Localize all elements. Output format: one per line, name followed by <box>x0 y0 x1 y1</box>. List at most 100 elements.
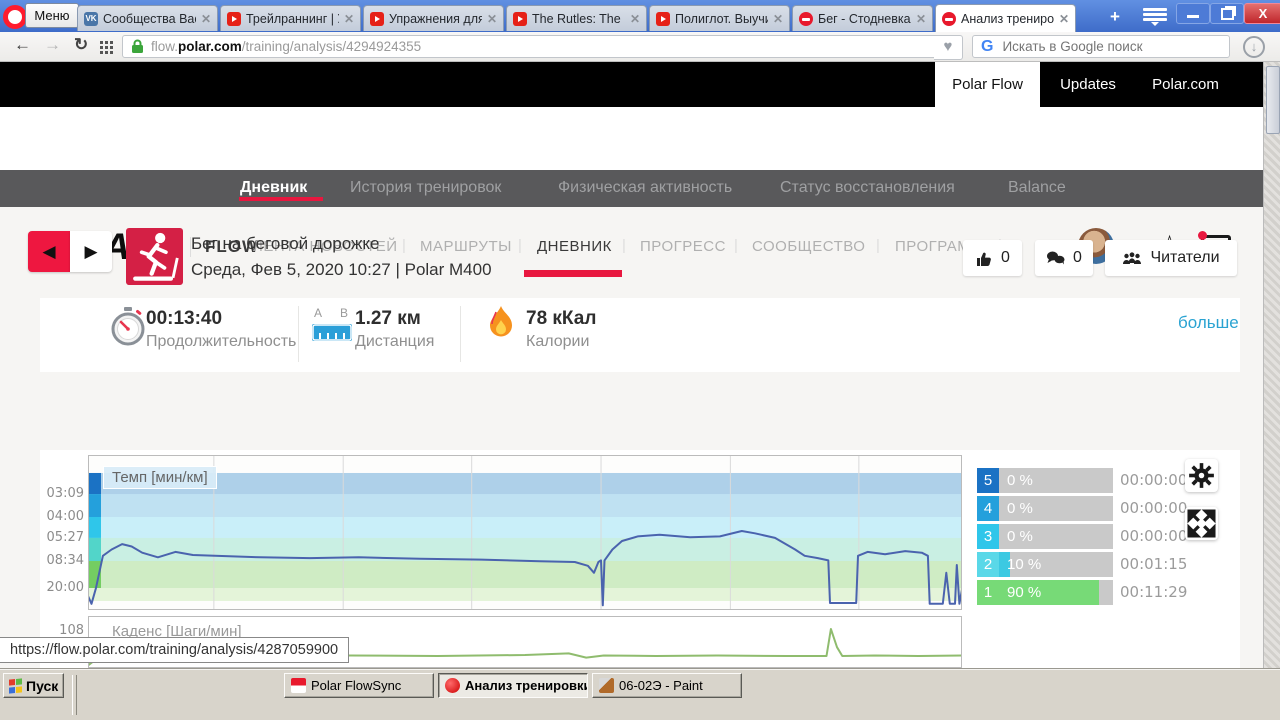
browser-tab-6[interactable]: Бег - Стодневка п ✕ <box>792 5 933 31</box>
bookmark-heart-icon[interactable]: ♥ <box>934 35 963 60</box>
tab-label: Бег - Стодневка п <box>818 11 911 26</box>
subnav-training-history[interactable]: История тренировок <box>350 179 501 197</box>
speed-dial-icon[interactable] <box>100 41 113 54</box>
comment-count: 0 <box>1073 249 1082 266</box>
youtube-favicon-icon <box>370 11 384 26</box>
pace-ytick: 03:09 <box>46 486 84 501</box>
calories-label: Калории <box>526 333 590 350</box>
ruler-b-label: B <box>340 306 349 320</box>
zone-4-time: 00:00:00 <box>1120 499 1188 517</box>
opera-logo-icon[interactable] <box>3 5 27 29</box>
zone-1-bar: 90 % <box>999 580 1113 605</box>
ruler-a-label: A <box>314 306 323 320</box>
window-maximize-button[interactable] <box>1210 3 1244 24</box>
browser-tab-bar: Меню VK Сообщества Васи ✕ Трейлраннинг |… <box>0 0 1280 32</box>
next-session-button[interactable]: ▶ <box>70 231 112 272</box>
page-scrollbar[interactable] <box>1263 62 1280 668</box>
google-icon: G <box>981 37 994 55</box>
new-tab-button[interactable]: + <box>1102 7 1128 27</box>
tab-label: Трейлраннинг | Уп <box>246 11 339 26</box>
distance-label: Дистанция <box>355 333 435 350</box>
thumbs-up-icon <box>977 252 991 266</box>
browser-tab-4[interactable]: The Rutles: The Kni ✕ <box>506 5 647 31</box>
nav-diary[interactable]: ДНЕВНИК <box>537 238 612 255</box>
pace-chart[interactable] <box>88 455 962 610</box>
polar-favicon-icon <box>799 11 813 26</box>
reload-button[interactable]: ↻ <box>74 35 88 55</box>
task-training-analysis[interactable]: Анализ тренировки - ... <box>438 673 588 698</box>
tab-list-button[interactable] <box>1143 8 1167 26</box>
address-field[interactable]: flow.polar.com/training/analysis/4294924… <box>122 35 935 58</box>
tab-close-icon[interactable]: ✕ <box>1059 12 1069 26</box>
like-button[interactable]: 0 <box>963 240 1022 276</box>
active-nav-underline <box>524 270 622 277</box>
pace-ytick: 08:34 <box>46 553 84 568</box>
subnav-diary[interactable]: Дневник <box>240 179 307 197</box>
nav-separator: | <box>402 237 406 254</box>
tab-close-icon[interactable]: ✕ <box>773 12 783 26</box>
chart-fullscreen-button[interactable] <box>1185 507 1218 540</box>
active-subnav-underline <box>239 197 323 201</box>
session-title: Бег на беговой дорожке <box>191 234 380 253</box>
forward-button[interactable]: → <box>44 35 61 55</box>
nav-community[interactable]: СООБЩЕСТВО <box>752 238 865 255</box>
downloads-icon[interactable]: ↓ <box>1243 36 1265 58</box>
stopwatch-icon <box>111 307 145 346</box>
zone-5-bar: 0 % <box>999 468 1113 493</box>
zone-3-time: 00:00:00 <box>1120 527 1188 545</box>
start-label: Пуск <box>26 677 59 694</box>
tab-polar-flow[interactable]: Polar Flow <box>935 62 1040 107</box>
zone-3-percent: 0 % <box>1007 528 1033 545</box>
tab-close-icon[interactable]: ✕ <box>344 12 354 26</box>
zone-3-number: 3 <box>977 524 999 549</box>
comments-icon <box>1047 251 1065 265</box>
zone-2-bar: 10 % <box>999 552 1113 577</box>
zone-4-number: 4 <box>977 496 999 521</box>
pace-ytick: 20:00 <box>46 580 84 595</box>
chart-settings-button[interactable] <box>1185 459 1218 492</box>
tab-updates[interactable]: Updates <box>1048 62 1128 107</box>
subnav-recovery-status[interactable]: Статус восстановления <box>780 179 955 197</box>
browser-tab-3[interactable]: Упражнения для у ✕ <box>363 5 504 31</box>
comment-button[interactable]: 0 <box>1035 240 1093 276</box>
more-link[interactable]: больше <box>1178 313 1239 333</box>
nav-progress[interactable]: ПРОГРЕСС <box>640 238 726 255</box>
tab-close-icon[interactable]: ✕ <box>201 12 211 26</box>
cadence-ytick: 108 <box>59 623 84 638</box>
youtube-favicon-icon <box>656 11 670 26</box>
prev-session-button[interactable]: ◀ <box>28 231 70 272</box>
tab-close-icon[interactable]: ✕ <box>630 12 640 26</box>
task-polar-flowsync[interactable]: Polar FlowSync <box>284 673 434 698</box>
window-close-button[interactable]: X <box>1244 3 1280 24</box>
tab-close-icon[interactable]: ✕ <box>487 12 497 26</box>
nav-separator: | <box>622 237 626 254</box>
scrollbar-thumb[interactable] <box>1266 66 1280 134</box>
window-minimize-button[interactable] <box>1176 3 1210 24</box>
start-button[interactable]: Пуск <box>3 673 64 698</box>
stats-panel: 00:13:40 Продолжительность A B 1.27 км Д… <box>40 298 1240 372</box>
taskbar: Пуск Y e Polar FlowSync Анализ тренировк… <box>0 668 1280 720</box>
browser-tab-active[interactable]: Анализ тренировк ✕ <box>935 4 1076 32</box>
zone-2-time: 00:01:15 <box>1120 555 1188 573</box>
subnav-balance[interactable]: Balance <box>1008 179 1066 197</box>
back-button[interactable]: ← <box>14 35 31 55</box>
subnav-activity[interactable]: Физическая активность <box>558 179 732 197</box>
browser-tab-1[interactable]: VK Сообщества Васи ✕ <box>77 5 218 31</box>
task-paint[interactable]: 06-02Э - Paint <box>592 673 742 698</box>
browser-tab-5[interactable]: Полиглот. Выучим ✕ <box>649 5 790 31</box>
stats-divider <box>298 306 299 362</box>
browser-menu-button[interactable]: Меню <box>25 3 79 28</box>
address-path: /training/analysis/4294924355 <box>241 39 422 54</box>
browser-tab-2[interactable]: Трейлраннинг | Уп ✕ <box>220 5 361 31</box>
address-prefix: flow. <box>151 39 179 54</box>
zone-2-number: 2 <box>977 552 999 577</box>
search-field[interactable]: G <box>972 35 1230 58</box>
tab-close-icon[interactable]: ✕ <box>916 12 926 26</box>
readers-button[interactable]: Читатели <box>1105 240 1237 276</box>
nav-routes[interactable]: МАРШРУТЫ <box>420 238 512 255</box>
polar-top-bar: Polar Flow Updates Polar.com <box>0 62 1264 107</box>
tab-label: Упражнения для у <box>389 11 482 26</box>
calories-flame-icon <box>490 306 512 337</box>
search-input[interactable] <box>1000 38 1205 55</box>
tab-polar-com[interactable]: Polar.com <box>1138 62 1233 107</box>
